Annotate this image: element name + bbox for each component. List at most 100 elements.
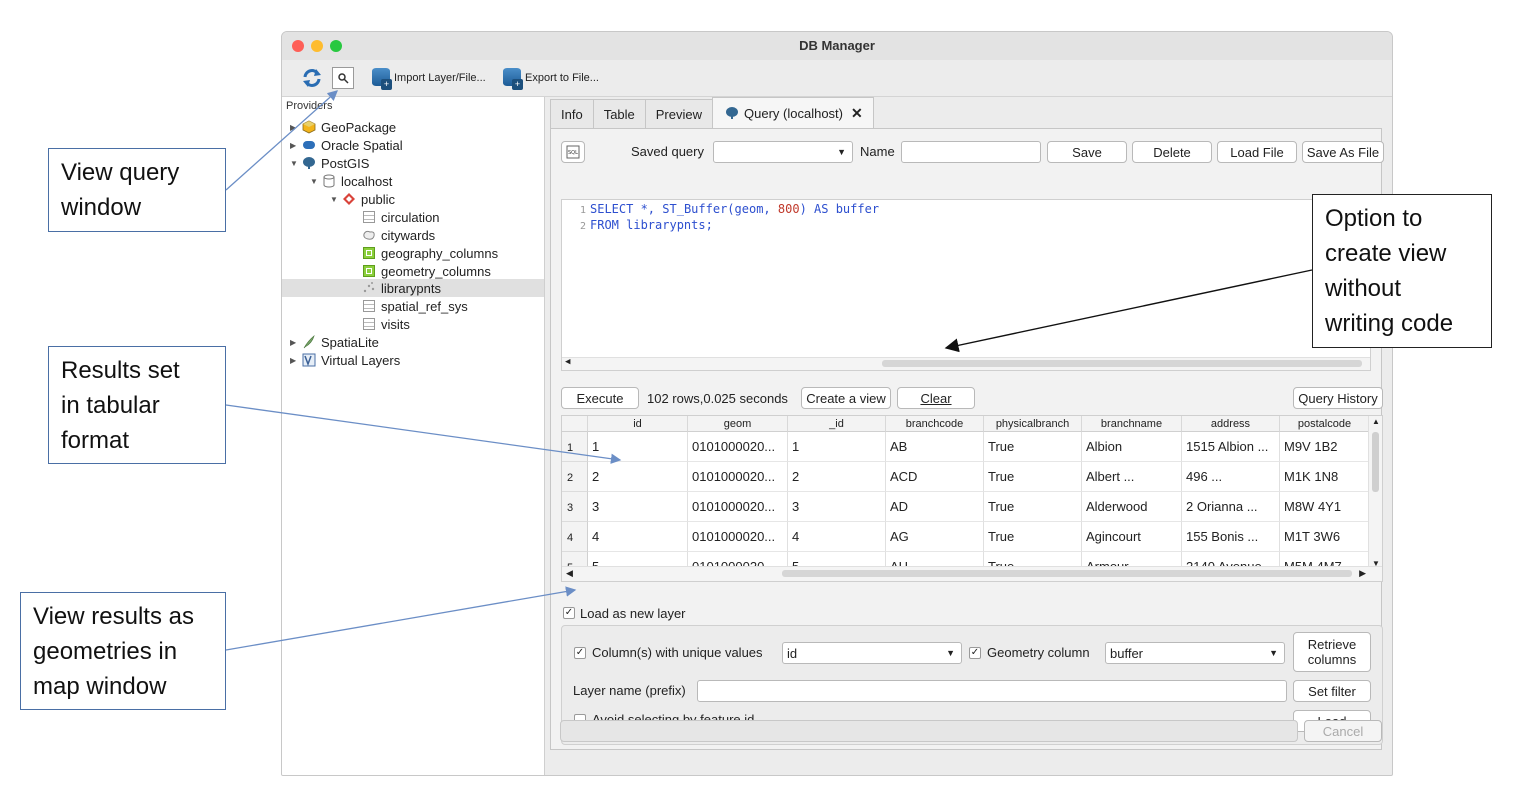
unique-values-checkbox[interactable]: ✓: [574, 647, 586, 659]
table-cell[interactable]: 0101000020...: [688, 462, 788, 492]
table-cell[interactable]: Alderwood: [1082, 492, 1182, 522]
table-cell[interactable]: 2: [588, 462, 688, 492]
table-cell[interactable]: AG: [886, 522, 984, 552]
table-cell[interactable]: Albert ...: [1082, 462, 1182, 492]
table-cell[interactable]: AB: [886, 432, 984, 462]
unique-column-select[interactable]: id ▼: [782, 642, 962, 664]
table-cell[interactable]: 1515 Albion ...: [1182, 432, 1280, 462]
table-row[interactable]: 2 2 0101000020... 2 ACD True Albert ... 496 ...…: [562, 462, 1370, 492]
table-cell[interactable]: 4: [588, 522, 688, 552]
row-header[interactable]: 1: [562, 432, 588, 462]
export-file-button[interactable]: + Export to File...: [501, 65, 599, 91]
tree-item-localhost[interactable]: ▼ localhost: [310, 172, 392, 190]
tree-item-geography-columns[interactable]: geography_columns: [360, 244, 498, 262]
column-header-branchname[interactable]: branchname: [1082, 416, 1182, 432]
tree-item-postgis[interactable]: ▼ PostGIS: [290, 154, 369, 172]
row-header[interactable]: 2: [562, 462, 588, 492]
table-cell[interactable]: 0101000020...: [688, 432, 788, 462]
table-cell[interactable]: 155 Bonis ...: [1182, 522, 1280, 552]
table-cell[interactable]: 1: [788, 432, 886, 462]
tree-item-visits[interactable]: visits: [360, 315, 410, 333]
sql-format-button[interactable]: SQL: [561, 141, 585, 163]
row-header[interactable]: 3: [562, 492, 588, 522]
tree-item-geometry-columns[interactable]: geometry_columns: [360, 262, 491, 280]
table-cell[interactable]: 2 Orianna ...: [1182, 492, 1280, 522]
table-cell[interactable]: 1: [588, 432, 688, 462]
table-cell[interactable]: AD: [886, 492, 984, 522]
table-cell[interactable]: 3: [788, 492, 886, 522]
table-cell[interactable]: M1T 3W6: [1280, 522, 1370, 552]
table-cell[interactable]: ACD: [886, 462, 984, 492]
import-layer-button[interactable]: + Import Layer/File...: [370, 65, 486, 91]
tree-item-virtual-layers[interactable]: ▶ Virtual Layers: [290, 351, 400, 369]
sql-editor[interactable]: 1 SELECT *, ST_Buffer(geom, 800) AS buffe…: [561, 199, 1371, 371]
table-row[interactable]: 3 3 0101000020... 3 AD True Alderwood 2 Orianna…: [562, 492, 1370, 522]
create-view-button[interactable]: Create a view: [801, 387, 891, 409]
column-header-branchcode[interactable]: branchcode: [886, 416, 984, 432]
editor-horizontal-scrollbar[interactable]: ◀: [562, 357, 1370, 370]
tree-item-oracle-spatial[interactable]: ▶ Oracle Spatial: [290, 136, 403, 154]
tree-item-geopackage[interactable]: ▶ GeoPackage: [290, 118, 396, 136]
table-cell[interactable]: 0101000020...: [688, 492, 788, 522]
table-cell[interactable]: M9V 1B2: [1280, 432, 1370, 462]
geometry-column-select[interactable]: buffer ▼: [1105, 642, 1285, 664]
execute-button[interactable]: Execute: [561, 387, 639, 409]
table-cell[interactable]: 496 ...: [1182, 462, 1280, 492]
row-header[interactable]: 4: [562, 522, 588, 552]
scrollbar-thumb[interactable]: [1372, 432, 1379, 492]
scrollbar-thumb[interactable]: [782, 570, 1352, 577]
layer-prefix-input[interactable]: [697, 680, 1287, 702]
tree-item-librarypnts[interactable]: librarypnts: [360, 279, 441, 297]
table-row[interactable]: 1 1 0101000020... 1 AB True Albion 1515 Albion …: [562, 432, 1370, 462]
layer-prefix-label: Layer name (prefix): [573, 683, 686, 698]
load-as-new-layer-checkbox[interactable]: ✓: [563, 607, 575, 619]
tab-info[interactable]: Info: [550, 99, 594, 128]
close-tab-icon[interactable]: ✕: [851, 105, 863, 122]
sql-window-button[interactable]: [332, 67, 354, 89]
column-header-address[interactable]: address: [1182, 416, 1280, 432]
tab-preview[interactable]: Preview: [644, 99, 714, 128]
tree-item-circulation[interactable]: circulation: [360, 208, 440, 226]
refresh-button[interactable]: [300, 65, 324, 91]
table-cell[interactable]: 0101000020...: [688, 522, 788, 552]
geopackage-icon: [302, 120, 316, 134]
table-cell[interactable]: 4: [788, 522, 886, 552]
table-row[interactable]: 4 4 0101000020... 4 AG True Agincourt 155 Bonis…: [562, 522, 1370, 552]
results-horizontal-scrollbar[interactable]: ◀ ▶: [562, 566, 1382, 581]
table-cell[interactable]: M8W 4Y1: [1280, 492, 1370, 522]
tab-table[interactable]: Table: [592, 99, 646, 128]
tree-item-spatial-ref-sys[interactable]: spatial_ref_sys: [360, 297, 468, 315]
table-cell[interactable]: True: [984, 522, 1082, 552]
set-filter-button[interactable]: Set filter: [1293, 680, 1371, 702]
table-cell[interactable]: True: [984, 432, 1082, 462]
results-vertical-scrollbar[interactable]: ▲ ▼: [1368, 416, 1382, 569]
save-as-file-button[interactable]: Save As File: [1302, 141, 1384, 163]
table-cell[interactable]: True: [984, 462, 1082, 492]
tree-item-citywards[interactable]: citywards: [360, 226, 435, 244]
retrieve-columns-button[interactable]: Retrieve columns: [1293, 632, 1371, 672]
table-cell[interactable]: Albion: [1082, 432, 1182, 462]
tree-item-spatialite[interactable]: ▶ SpatiaLite: [290, 333, 379, 351]
scrollbar-thumb[interactable]: [882, 360, 1362, 367]
load-file-button[interactable]: Load File: [1217, 141, 1297, 163]
column-header-postalcode[interactable]: postalcode: [1280, 416, 1370, 432]
geometry-column-checkbox[interactable]: ✓: [969, 647, 981, 659]
table-cell[interactable]: M1K 1N8: [1280, 462, 1370, 492]
column-header-geom[interactable]: geom: [688, 416, 788, 432]
delete-button[interactable]: Delete: [1132, 141, 1212, 163]
table-cell[interactable]: 2: [788, 462, 886, 492]
tree-item-public[interactable]: ▼ public: [330, 190, 395, 208]
column-header-physicalbranch[interactable]: physicalbranch: [984, 416, 1082, 432]
saved-query-select[interactable]: ▼: [713, 141, 853, 163]
table-cell[interactable]: 3: [588, 492, 688, 522]
save-button[interactable]: Save: [1047, 141, 1127, 163]
query-name-input[interactable]: [901, 141, 1041, 163]
column-header-id[interactable]: id: [588, 416, 688, 432]
query-history-button[interactable]: Query History: [1293, 387, 1383, 409]
cancel-button[interactable]: Cancel: [1304, 720, 1382, 742]
tab-query-localhost[interactable]: Query (localhost) ✕: [712, 97, 874, 128]
clear-button[interactable]: Clear: [897, 387, 975, 409]
column-header-_id[interactable]: _id: [788, 416, 886, 432]
table-cell[interactable]: True: [984, 492, 1082, 522]
table-cell[interactable]: Agincourt: [1082, 522, 1182, 552]
